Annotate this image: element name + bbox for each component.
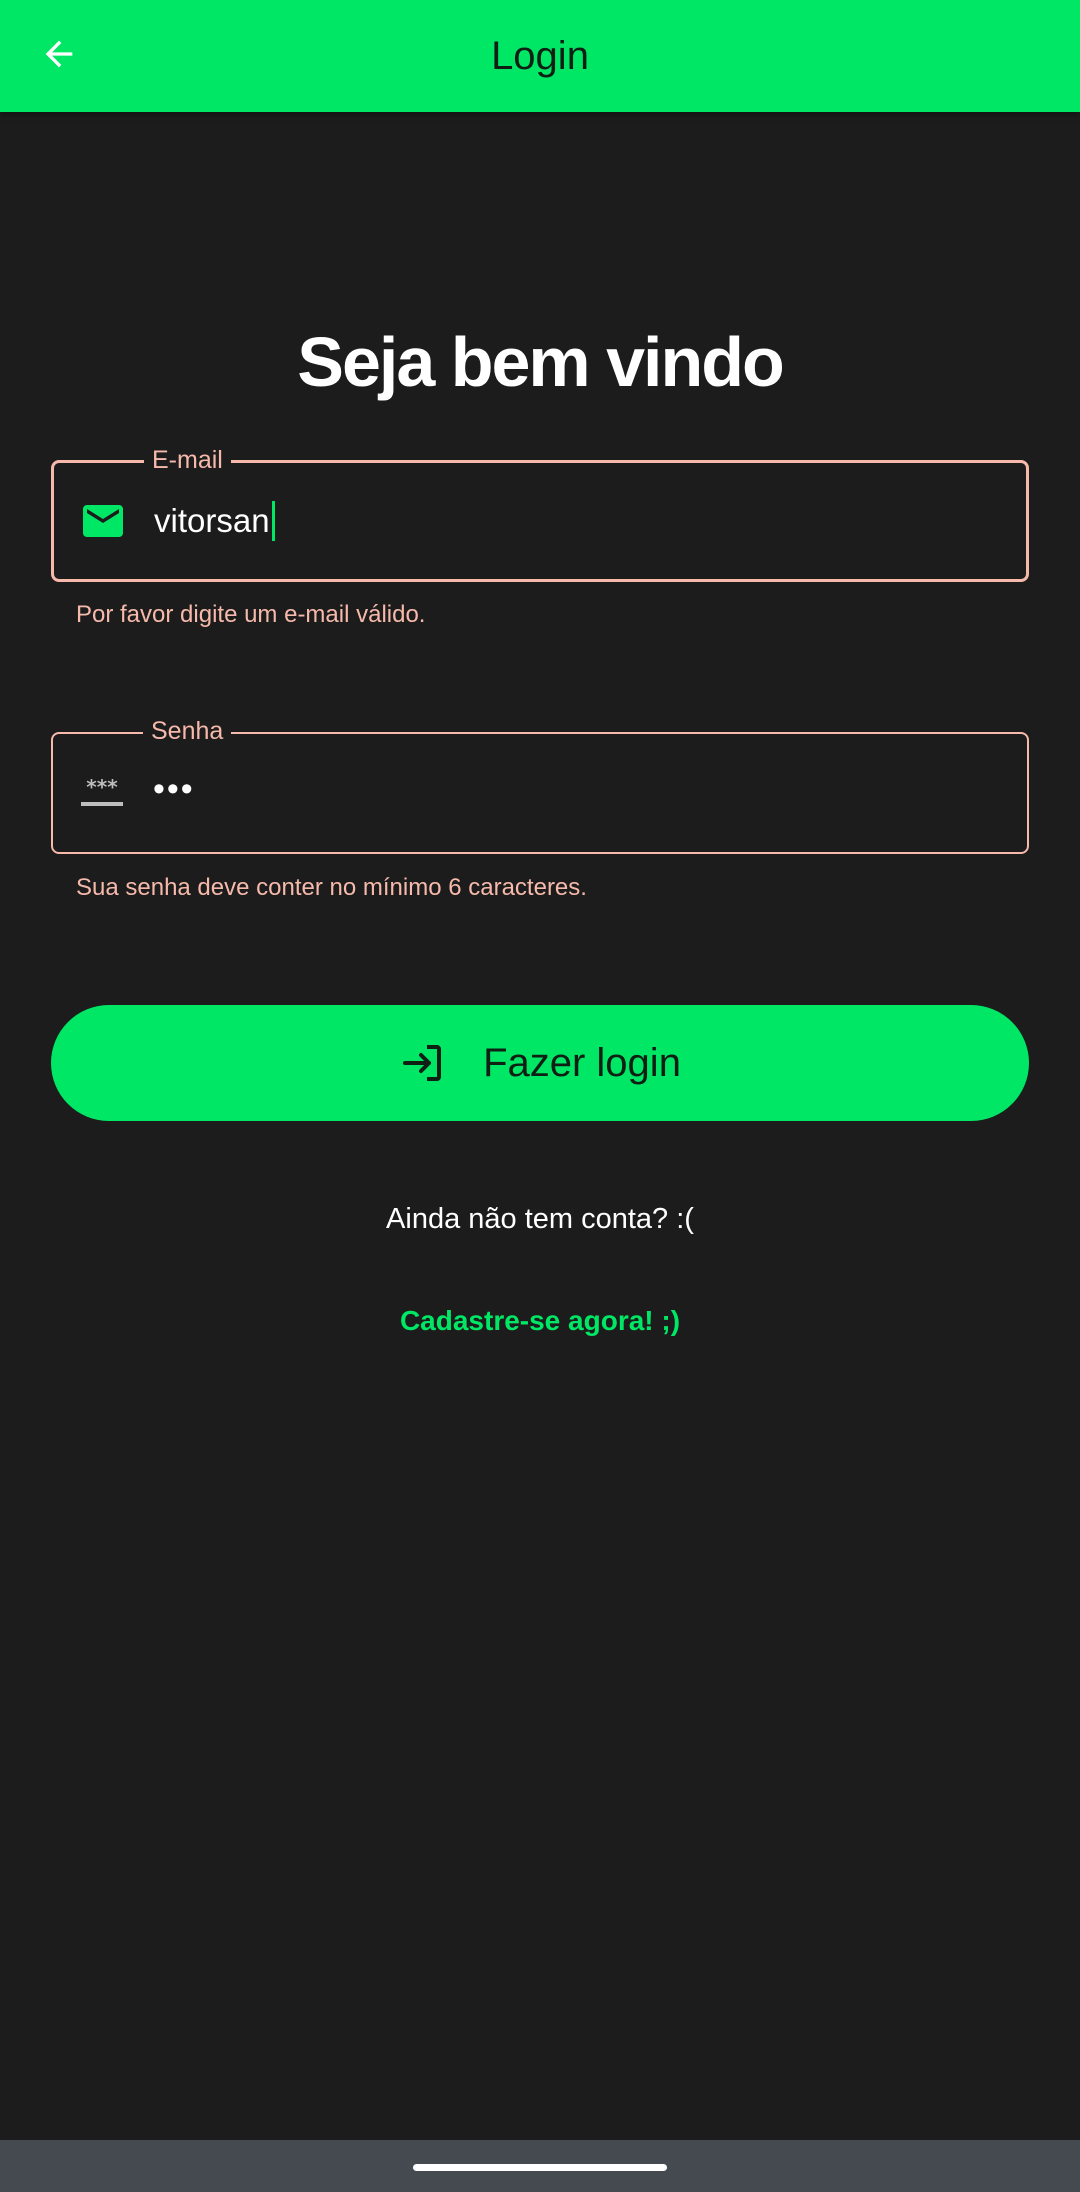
mail-icon bbox=[79, 497, 127, 545]
email-field[interactable]: E-mail vitorsan bbox=[51, 443, 1029, 582]
email-input-value: vitorsan bbox=[154, 502, 270, 539]
welcome-heading: Seja bem vindo bbox=[297, 323, 784, 401]
app-bar: Login bbox=[0, 0, 1080, 112]
home-indicator[interactable] bbox=[413, 2164, 667, 2171]
no-account-text: Ainda não tem conta? :( bbox=[386, 1203, 694, 1235]
password-input-value: ••• bbox=[153, 770, 195, 808]
password-field-label: Senha bbox=[143, 714, 232, 748]
password-field[interactable]: Senha *** ••• bbox=[51, 714, 1029, 854]
system-nav-bar bbox=[0, 2140, 1080, 2192]
password-icon: *** bbox=[78, 769, 126, 817]
email-field-label: E-mail bbox=[144, 443, 231, 477]
password-icon-glyph: *** bbox=[86, 775, 118, 799]
signup-link[interactable]: Cadastre-se agora! ;) bbox=[0, 1305, 1080, 1337]
password-input[interactable]: ••• bbox=[153, 772, 195, 810]
email-error-text: Por favor digite um e-mail válido. bbox=[76, 601, 426, 628]
login-button[interactable]: Fazer login bbox=[51, 1005, 1029, 1121]
email-input[interactable]: vitorsan bbox=[154, 501, 275, 541]
page-title: Login bbox=[491, 34, 589, 78]
login-button-label: Fazer login bbox=[483, 1040, 681, 1085]
text-caret bbox=[271, 501, 275, 541]
password-error-text: Sua senha deve conter no mínimo 6 caract… bbox=[76, 874, 587, 901]
login-icon bbox=[399, 1039, 447, 1087]
